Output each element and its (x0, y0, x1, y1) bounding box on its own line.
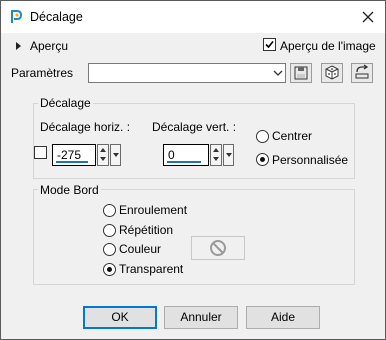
dropdown-arrow-icon (226, 153, 232, 157)
transparent-label[interactable]: Transparent (119, 262, 183, 276)
no-color-icon (210, 240, 226, 256)
radio-transparent[interactable] (103, 263, 116, 276)
params-label: Paramètres (11, 66, 74, 80)
horiz-label: Décalage horiz. : (40, 120, 131, 134)
close-icon[interactable] (357, 7, 379, 27)
radio-repetition[interactable] (103, 224, 116, 237)
horiz-input[interactable]: -275 (52, 144, 96, 166)
link-checkbox[interactable] (34, 146, 47, 159)
horiz-spin-buttons[interactable] (97, 144, 109, 166)
offset-group-title: Décalage (38, 96, 93, 110)
dialog-window: Décalage Aperçu Aperçu de l'image Paramè… (0, 0, 386, 340)
spin-up-icon[interactable] (213, 148, 219, 152)
paintshop-icon (11, 10, 22, 23)
help-button[interactable]: Aide (246, 306, 320, 329)
title-bar[interactable]: Décalage (1, 1, 385, 33)
vert-dropdown[interactable] (223, 144, 234, 166)
vert-input[interactable]: 0 (163, 144, 209, 166)
image-preview-label[interactable]: Aperçu de l'image (280, 39, 376, 53)
save-icon (294, 66, 308, 80)
ok-button[interactable]: OK (83, 306, 157, 329)
preview-label[interactable]: Aperçu (30, 39, 68, 53)
color-swatch[interactable] (191, 236, 245, 260)
vert-spin-buttons[interactable] (210, 144, 222, 166)
spin-down-icon[interactable] (213, 157, 219, 161)
horiz-dropdown[interactable] (110, 144, 121, 166)
repetition-label[interactable]: Répétition (119, 223, 173, 237)
random-button[interactable] (321, 63, 343, 83)
expand-preview-icon[interactable] (16, 42, 21, 50)
reset-icon (355, 64, 369, 79)
radio-enroulement[interactable] (103, 204, 116, 217)
chevron-down-icon[interactable] (271, 64, 285, 82)
radio-couleur[interactable] (103, 243, 116, 256)
vert-label: Décalage vert. : (152, 120, 237, 134)
spin-down-icon[interactable] (100, 157, 106, 161)
couleur-label[interactable]: Couleur (119, 242, 161, 256)
params-combo[interactable] (88, 63, 286, 83)
image-preview-checkbox[interactable] (263, 38, 276, 51)
checkmark-icon (265, 40, 274, 49)
window-title: Décalage (30, 10, 83, 24)
dice-icon (325, 65, 339, 80)
cancel-button[interactable]: Annuler (164, 306, 238, 329)
reset-button[interactable] (351, 63, 373, 83)
enroulement-label[interactable]: Enroulement (119, 203, 187, 217)
radio-personnalisee[interactable] (256, 153, 269, 166)
dropdown-arrow-icon (113, 153, 119, 157)
horiz-value: -275 (57, 148, 82, 162)
vert-value: 0 (168, 148, 175, 162)
radio-centrer[interactable] (256, 130, 269, 143)
edge-mode-title: Mode Bord (38, 183, 101, 197)
spin-up-icon[interactable] (100, 148, 106, 152)
personnalisee-label[interactable]: Personnalisée (272, 153, 348, 167)
save-preset-button[interactable] (290, 63, 312, 83)
input-focus-underline (56, 161, 88, 163)
centrer-label[interactable]: Centrer (272, 129, 312, 143)
input-focus-underline (167, 161, 201, 163)
